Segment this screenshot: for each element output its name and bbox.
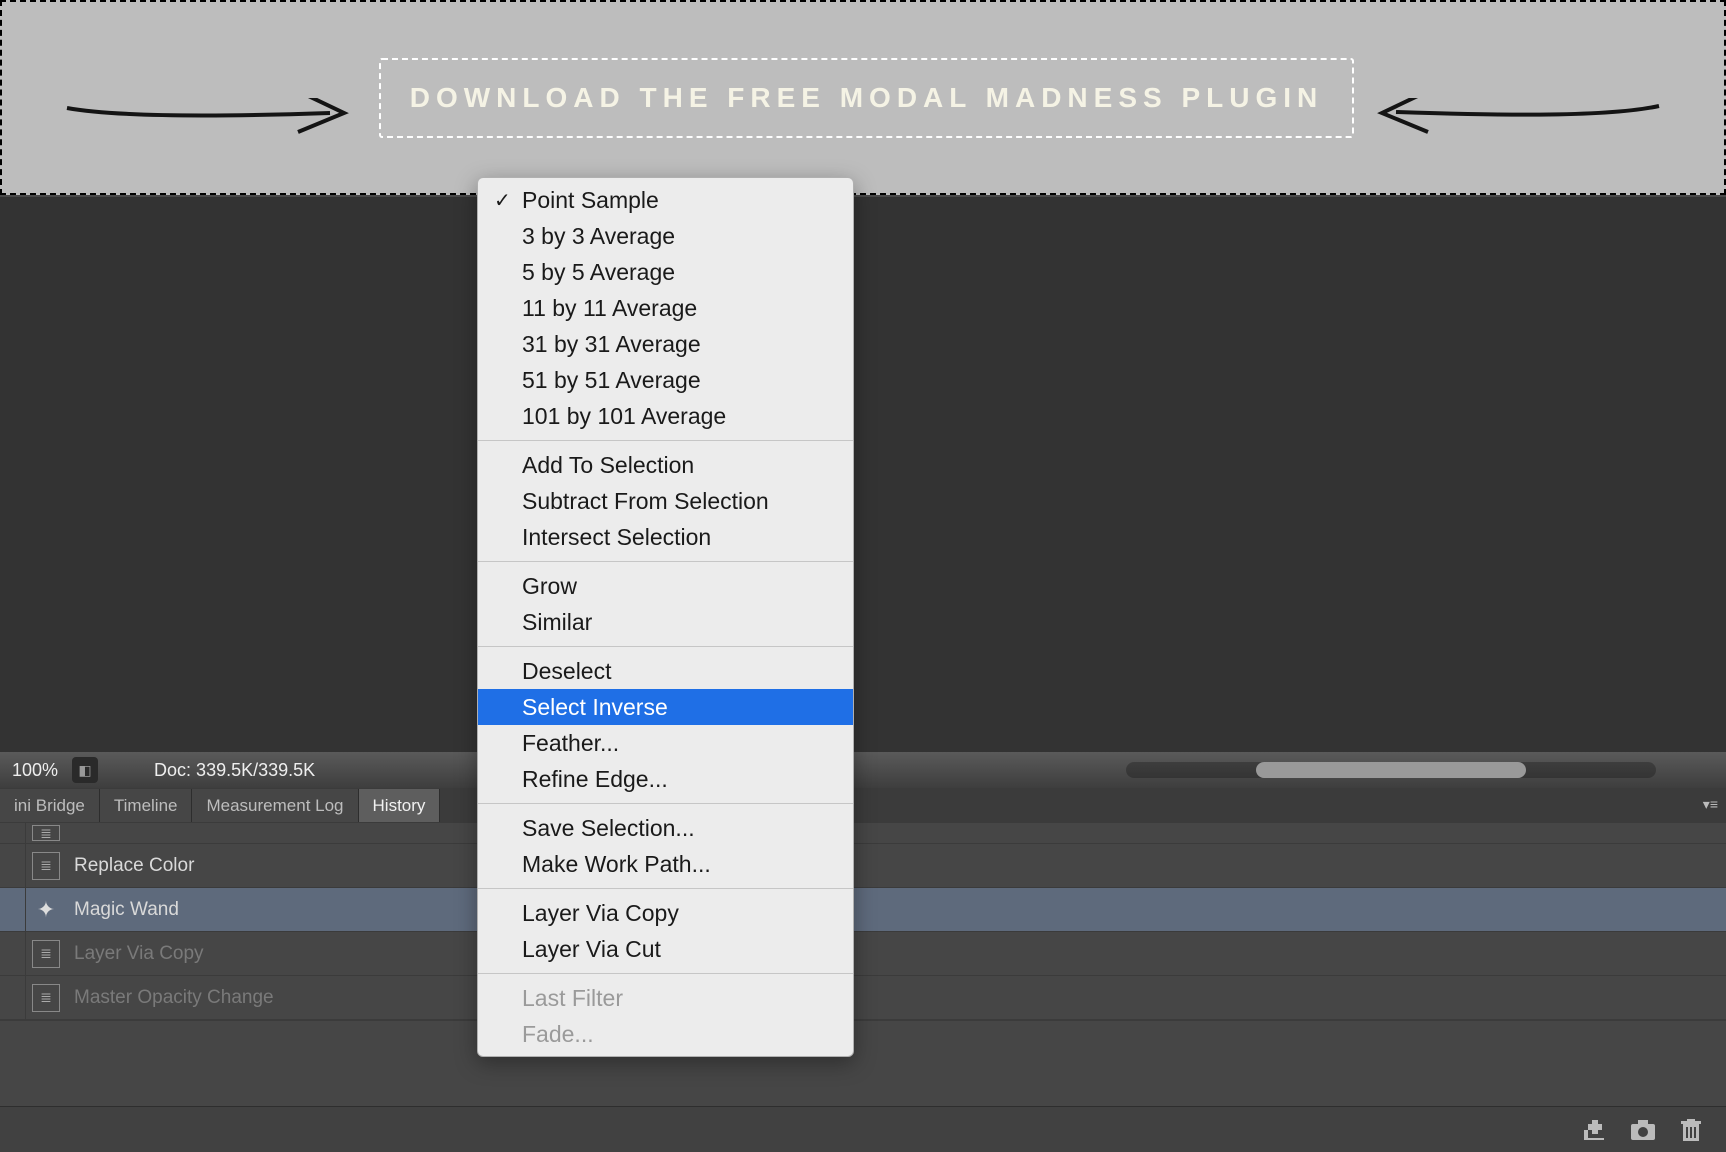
history-row-label: Replace Color — [74, 855, 194, 877]
history-gutter — [0, 976, 26, 1019]
tab-mini-bridge[interactable]: ini Bridge — [0, 789, 100, 822]
menu-layer-via-copy[interactable]: Layer Via Copy — [478, 895, 853, 931]
check-icon: ✓ — [494, 188, 511, 213]
canvas-banner-area: DOWNLOAD THE FREE MODAL MADNESS PLUGIN — [0, 0, 1726, 195]
menu-31x31-average[interactable]: 31 by 31 Average — [478, 326, 853, 362]
menu-label: 101 by 101 Average — [522, 403, 726, 430]
menu-save-selection[interactable]: Save Selection... — [478, 810, 853, 846]
magic-wand-icon: ✦ — [32, 896, 60, 924]
history-row[interactable]: ≣ Master Opacity Change — [0, 976, 1726, 1020]
menu-label: 51 by 51 Average — [522, 367, 701, 394]
menu-separator — [478, 561, 853, 562]
menu-label: 3 by 3 Average — [522, 223, 675, 250]
menu-similar[interactable]: Similar — [478, 604, 853, 640]
menu-separator — [478, 803, 853, 804]
menu-label: Deselect — [522, 658, 611, 685]
menu-grow[interactable]: Grow — [478, 568, 853, 604]
menu-label: Layer Via Copy — [522, 900, 679, 927]
menu-label: Last Filter — [522, 985, 623, 1012]
history-empty-area — [0, 1020, 1726, 1106]
history-gutter — [0, 932, 26, 975]
menu-label: Feather... — [522, 730, 619, 757]
menu-label: Refine Edge... — [522, 766, 668, 793]
menu-add-to-selection[interactable]: Add To Selection — [478, 447, 853, 483]
history-row[interactable]: ≣ Layer Via Copy — [0, 932, 1726, 976]
new-snapshot-icon[interactable] — [1582, 1119, 1608, 1141]
menu-label: Subtract From Selection — [522, 488, 769, 515]
menu-point-sample[interactable]: ✓ Point Sample — [478, 182, 853, 218]
menu-label: Fade... — [522, 1021, 594, 1048]
menu-label: Layer Via Cut — [522, 936, 661, 963]
cta-button-box[interactable]: DOWNLOAD THE FREE MODAL MADNESS PLUGIN — [379, 58, 1354, 138]
menu-label: 11 by 11 Average — [522, 295, 697, 322]
history-step-icon: ≣ — [32, 852, 60, 880]
menu-separator — [478, 646, 853, 647]
menu-label: Similar — [522, 609, 592, 636]
history-step-icon: ≣ — [32, 940, 60, 968]
menu-11x11-average[interactable]: 11 by 11 Average — [478, 290, 853, 326]
menu-deselect[interactable]: Deselect — [478, 653, 853, 689]
menu-last-filter: Last Filter — [478, 980, 853, 1016]
history-row-label: Master Opacity Change — [74, 987, 274, 1009]
menu-feather[interactable]: Feather... — [478, 725, 853, 761]
menu-label: Point Sample — [522, 187, 659, 214]
tab-measurement-log[interactable]: Measurement Log — [192, 789, 358, 822]
history-row[interactable]: ≣ Replace Color — [0, 844, 1726, 888]
panel-menu-icon[interactable]: ▾≡ — [1703, 796, 1718, 813]
history-row-selected[interactable]: ✦ Magic Wand — [0, 888, 1726, 932]
history-gutter — [0, 888, 26, 931]
menu-label: Grow — [522, 573, 577, 600]
history-footer — [0, 1106, 1726, 1152]
horizontal-scrollbar-thumb[interactable] — [1256, 762, 1526, 778]
menu-label: Make Work Path... — [522, 851, 711, 878]
trash-icon[interactable] — [1678, 1119, 1704, 1141]
menu-5x5-average[interactable]: 5 by 5 Average — [478, 254, 853, 290]
tab-history[interactable]: History — [359, 789, 441, 822]
history-step-icon: ≣ — [32, 984, 60, 1012]
menu-label: Intersect Selection — [522, 524, 711, 551]
tab-timeline[interactable]: Timeline — [100, 789, 193, 822]
menu-label: 31 by 31 Average — [522, 331, 701, 358]
history-row-label: Layer Via Copy — [74, 943, 204, 965]
arrow-right-icon — [62, 98, 362, 148]
menu-make-work-path[interactable]: Make Work Path... — [478, 846, 853, 882]
menu-label: 5 by 5 Average — [522, 259, 675, 286]
cta-text: DOWNLOAD THE FREE MODAL MADNESS PLUGIN — [410, 82, 1323, 114]
zoom-label[interactable]: 100% — [12, 760, 58, 781]
menu-label: Select Inverse — [522, 694, 668, 721]
menu-refine-edge[interactable]: Refine Edge... — [478, 761, 853, 797]
menu-separator — [478, 973, 853, 974]
menu-select-inverse[interactable]: Select Inverse — [478, 689, 853, 725]
horizontal-scrollbar[interactable] — [1126, 762, 1656, 778]
menu-subtract-from-selection[interactable]: Subtract From Selection — [478, 483, 853, 519]
history-row-label: Magic Wand — [74, 899, 179, 921]
menu-layer-via-cut[interactable]: Layer Via Cut — [478, 931, 853, 967]
menu-separator — [478, 440, 853, 441]
history-gutter — [0, 823, 26, 843]
doc-size-label: Doc: 339.5K/339.5K — [154, 760, 315, 781]
menu-label: Add To Selection — [522, 452, 694, 479]
history-gutter — [0, 844, 26, 887]
menu-3x3-average[interactable]: 3 by 3 Average — [478, 218, 853, 254]
canvas-empty-area[interactable] — [0, 197, 1726, 752]
history-step-icon: ≣ — [32, 825, 60, 841]
menu-label: Save Selection... — [522, 815, 695, 842]
menu-101x101-average[interactable]: 101 by 101 Average — [478, 398, 853, 434]
document-info-bar: 100% ◧ Doc: 339.5K/339.5K — [0, 752, 1726, 788]
doc-thumb-icon[interactable]: ◧ — [72, 757, 98, 783]
panel-tab-bar: ini Bridge Timeline Measurement Log Hist… — [0, 788, 1726, 822]
arrow-left-icon — [1364, 98, 1664, 148]
menu-fade: Fade... — [478, 1016, 853, 1052]
history-panel: ≣ ≣ Replace Color ✦ Magic Wand ≣ Layer V… — [0, 822, 1726, 1152]
menu-51x51-average[interactable]: 51 by 51 Average — [478, 362, 853, 398]
context-menu: ✓ Point Sample 3 by 3 Average 5 by 5 Ave… — [477, 177, 854, 1057]
menu-intersect-selection[interactable]: Intersect Selection — [478, 519, 853, 555]
camera-icon[interactable] — [1630, 1119, 1656, 1141]
history-row-partial[interactable]: ≣ — [0, 822, 1726, 844]
menu-separator — [478, 888, 853, 889]
